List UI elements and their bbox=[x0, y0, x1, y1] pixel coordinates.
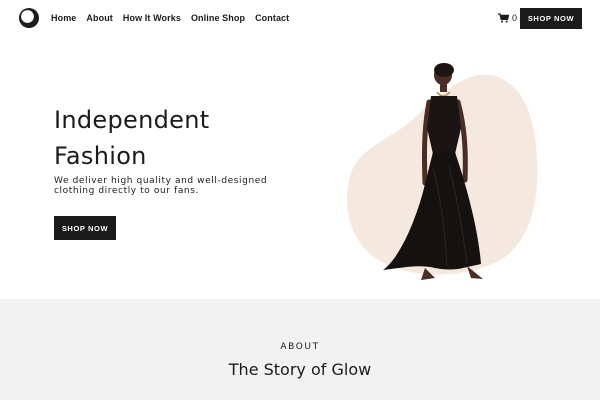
about-title: The Story of Glow bbox=[228, 360, 372, 379]
cart-link[interactable]: 0 bbox=[498, 13, 517, 23]
nav-home[interactable]: Home bbox=[51, 13, 76, 23]
nav-online-shop[interactable]: Online Shop bbox=[191, 13, 245, 23]
cart-icon bbox=[498, 13, 509, 23]
main-nav: Home About How It Works Online Shop Cont… bbox=[51, 13, 289, 23]
hero-title: Independent Fashion bbox=[54, 106, 210, 170]
hero-subtitle: We deliver high quality and well-designe… bbox=[54, 176, 268, 196]
cart-count: 0 bbox=[512, 13, 518, 23]
header-shop-now-button[interactable]: SHOP NOW bbox=[520, 8, 582, 29]
nav-about[interactable]: About bbox=[86, 13, 113, 23]
hero-shop-now-button[interactable]: SHOP NOW bbox=[54, 216, 116, 240]
model-in-black-gown-image bbox=[346, 63, 538, 280]
nav-contact[interactable]: Contact bbox=[255, 13, 289, 23]
circle-logo-icon[interactable] bbox=[18, 7, 40, 29]
nav-how-it-works[interactable]: How It Works bbox=[123, 13, 181, 23]
about-label: ABOUT bbox=[280, 342, 320, 352]
site-header: Home About How It Works Online Shop Cont… bbox=[0, 0, 600, 38]
